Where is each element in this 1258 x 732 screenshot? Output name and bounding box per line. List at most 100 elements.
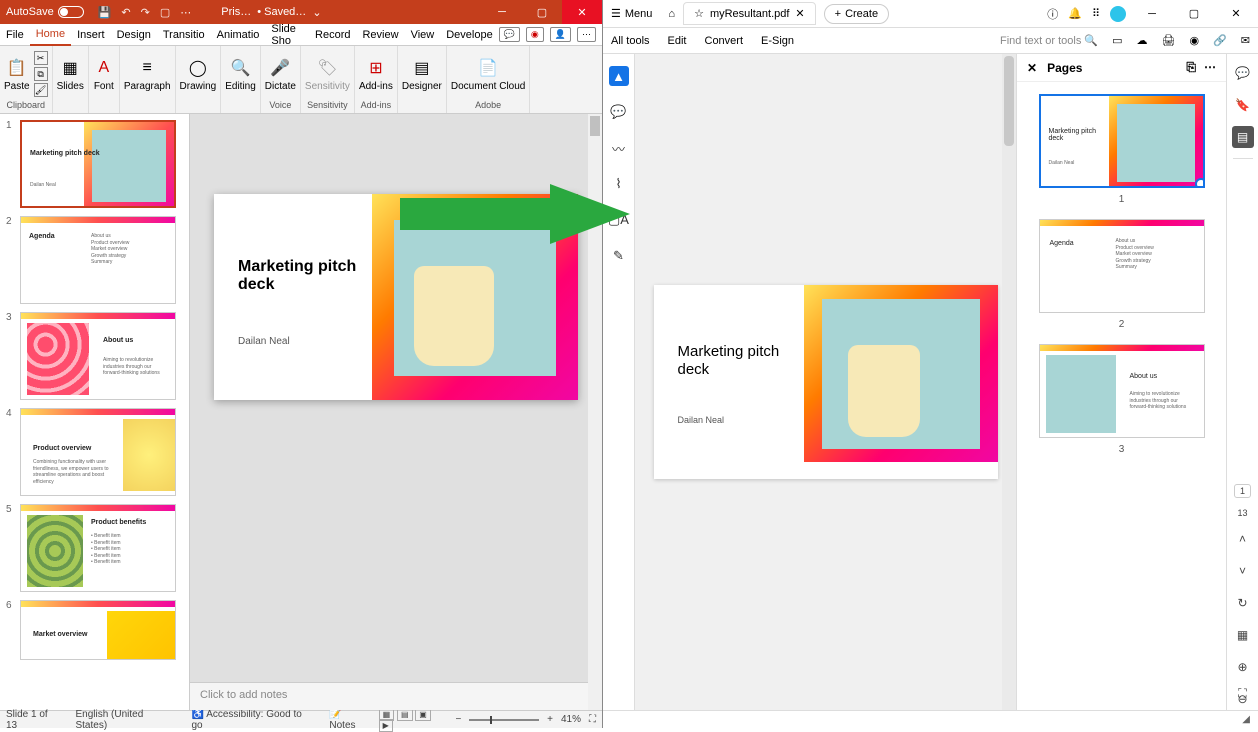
page-thumb-1[interactable]: Marketing pitch deck Dailan Neal bbox=[1039, 94, 1205, 188]
page-up-icon[interactable]: ˄ bbox=[1232, 528, 1254, 550]
highlight-tool[interactable]: 〰 bbox=[609, 138, 629, 158]
edit-tab[interactable]: Edit bbox=[668, 35, 687, 47]
notes-pane[interactable]: Click to add notes bbox=[190, 682, 602, 710]
tab-insert[interactable]: Insert bbox=[71, 25, 111, 45]
ai-icon[interactable]: ◉ bbox=[1189, 34, 1199, 47]
close-button[interactable]: ✕ bbox=[1220, 7, 1252, 20]
mail-icon[interactable]: ✉ bbox=[1241, 34, 1250, 47]
save-icon[interactable]: 💾 bbox=[98, 6, 112, 19]
thumb-slide-2[interactable]: 2 Agenda About us Product overview Marke… bbox=[6, 216, 183, 304]
new-page-icon[interactable]: ⎘ bbox=[1186, 60, 1196, 75]
all-tools-tab[interactable]: All tools bbox=[611, 35, 650, 47]
tab-file[interactable]: File bbox=[0, 25, 30, 45]
slide-indicator[interactable]: Slide 1 of 13 bbox=[6, 709, 61, 731]
copy-icon[interactable]: ⧉ bbox=[34, 67, 48, 81]
sign-tool[interactable]: ✎ bbox=[609, 246, 629, 266]
autosave-toggle[interactable]: AutoSave bbox=[6, 6, 84, 18]
menu-button[interactable]: ☰ Menu bbox=[603, 7, 660, 20]
chevron-down-icon[interactable]: ⌄ bbox=[312, 6, 321, 19]
thumb-slide-1[interactable]: 1 Marketing pitch deck Dailan Neal bbox=[6, 120, 183, 208]
tab-home[interactable]: Home bbox=[30, 24, 71, 46]
more-options-icon[interactable]: ⋯ bbox=[577, 27, 596, 42]
thumb-slide-5[interactable]: 5 Product benefits • Benefit item • Bene… bbox=[6, 504, 183, 592]
page-thumb-2[interactable]: Agenda About us Product overview Market … bbox=[1039, 219, 1205, 313]
convert-tab[interactable]: Convert bbox=[705, 35, 744, 47]
maximize-button[interactable]: ▢ bbox=[522, 0, 562, 24]
star-icon[interactable]: ☆ bbox=[694, 7, 704, 20]
save-cloud-icon[interactable]: ☁ bbox=[1137, 34, 1148, 47]
tab-view[interactable]: View bbox=[405, 25, 441, 45]
font-button[interactable]: AFont bbox=[93, 57, 115, 92]
tab-close-icon[interactable]: ✕ bbox=[795, 7, 804, 20]
document-tab[interactable]: ☆ myResultant.pdf ✕ bbox=[683, 2, 816, 25]
print-icon[interactable]: 🖨 bbox=[1162, 34, 1176, 47]
layout-icon[interactable]: ▦ bbox=[1232, 624, 1254, 646]
bookmark-panel-icon[interactable]: 🔖 bbox=[1232, 94, 1254, 116]
thumb-slide-3[interactable]: 3 About us Aiming to revolutionize indus… bbox=[6, 312, 183, 400]
bell-icon[interactable]: 🔔 bbox=[1068, 7, 1082, 20]
redo-icon[interactable]: ↷ bbox=[141, 6, 150, 19]
minimize-button[interactable]: ─ bbox=[1136, 8, 1168, 20]
zoom-slider[interactable] bbox=[469, 719, 539, 721]
avatar[interactable] bbox=[1110, 6, 1126, 22]
panel-close-icon[interactable]: ✕ bbox=[1027, 61, 1037, 75]
slide-thumbnails[interactable]: 1 Marketing pitch deck Dailan Neal 2 Age… bbox=[0, 114, 190, 710]
page-number-field[interactable]: 1 bbox=[1234, 484, 1251, 498]
fullscreen-icon[interactable]: ⛶ bbox=[1232, 682, 1254, 704]
zoom-in-icon[interactable]: + bbox=[547, 714, 553, 725]
pdf-view[interactable]: Marketing pitch deck Dailan Neal bbox=[635, 54, 1016, 710]
pages-panel-icon[interactable]: ▤ bbox=[1232, 126, 1254, 148]
paragraph-button[interactable]: ≡Paragraph bbox=[124, 57, 171, 92]
help-icon[interactable]: ⓘ bbox=[1047, 6, 1058, 22]
undo-icon[interactable]: ↶ bbox=[121, 6, 130, 19]
link-icon[interactable]: 🔗 bbox=[1213, 34, 1227, 47]
adobe-cloud-button[interactable]: 📄Document Cloud bbox=[451, 57, 525, 92]
tab-developer[interactable]: Develope bbox=[440, 25, 498, 45]
sensitivity-button[interactable]: 🏷Sensitivity bbox=[305, 57, 350, 92]
zoom-level[interactable]: 41% bbox=[561, 714, 581, 725]
drawing-button[interactable]: ◯Drawing bbox=[180, 57, 217, 92]
notes-toggle[interactable]: 📝 Notes bbox=[329, 709, 370, 731]
paste-button[interactable]: 📋 Paste bbox=[4, 57, 30, 92]
home-button[interactable]: ⌂ bbox=[660, 8, 683, 20]
accessibility-indicator[interactable]: ♿ Accessibility: Good to go bbox=[192, 709, 316, 731]
page-thumb-3[interactable]: About us Aiming to revolutionize industr… bbox=[1039, 344, 1205, 438]
editing-button[interactable]: 🔍Editing bbox=[225, 57, 256, 92]
comment-panel-icon[interactable]: 💬 bbox=[1232, 62, 1254, 84]
zoom-out-icon[interactable]: − bbox=[456, 714, 462, 725]
addins-button[interactable]: ⊞Add-ins bbox=[359, 57, 393, 92]
search-input[interactable]: Find text or tools 🔍 bbox=[1000, 34, 1098, 47]
selection-icon[interactable]: ▭ bbox=[1112, 34, 1122, 47]
select-tool[interactable]: ▲ bbox=[609, 66, 629, 86]
apps-icon[interactable]: ⠿ bbox=[1092, 7, 1100, 20]
tab-design[interactable]: Design bbox=[111, 25, 157, 45]
panel-more-icon[interactable]: ⋯ bbox=[1204, 60, 1216, 75]
record-icon[interactable]: ◉ bbox=[526, 27, 544, 42]
thumb-slide-6[interactable]: 6 Market overview bbox=[6, 600, 183, 660]
cut-icon[interactable]: ✂ bbox=[34, 51, 48, 65]
fit-icon[interactable]: ⛶ bbox=[589, 714, 596, 725]
slides-button[interactable]: ▦Slides bbox=[57, 57, 84, 92]
share-icon[interactable]: 👤 bbox=[550, 27, 571, 42]
present-icon[interactable]: ▢ bbox=[160, 6, 170, 19]
maximize-button[interactable]: ▢ bbox=[1178, 7, 1210, 20]
comment-tool[interactable]: 💬 bbox=[609, 102, 629, 122]
page-down-icon[interactable]: ˅ bbox=[1232, 560, 1254, 582]
dictate-button[interactable]: 🎤Dictate bbox=[265, 57, 296, 92]
zoom-in-icon[interactable]: ⊕ bbox=[1232, 656, 1254, 678]
tab-review[interactable]: Review bbox=[356, 25, 404, 45]
format-painter-icon[interactable]: 🖌 bbox=[34, 83, 48, 97]
comments-icon[interactable]: 💬 bbox=[499, 27, 520, 42]
close-button[interactable]: ✕ bbox=[562, 0, 602, 24]
minimize-button[interactable]: ─ bbox=[482, 0, 522, 24]
pdf-scrollbar[interactable] bbox=[1002, 54, 1016, 710]
pages-list[interactable]: Marketing pitch deck Dailan Neal 1 Agend… bbox=[1017, 82, 1226, 710]
slideshow-view-icon[interactable]: ▶ bbox=[379, 719, 393, 732]
tab-transitions[interactable]: Transitio bbox=[157, 25, 211, 45]
thumb-slide-4[interactable]: 4 Product overview Combining functionali… bbox=[6, 408, 183, 496]
esign-tab[interactable]: E-Sign bbox=[761, 35, 794, 47]
tab-animations[interactable]: Animatio bbox=[211, 25, 266, 45]
rotate-icon[interactable]: ↻ bbox=[1232, 592, 1254, 614]
create-button[interactable]: + Create bbox=[824, 4, 889, 24]
tab-record[interactable]: Record bbox=[309, 25, 356, 45]
